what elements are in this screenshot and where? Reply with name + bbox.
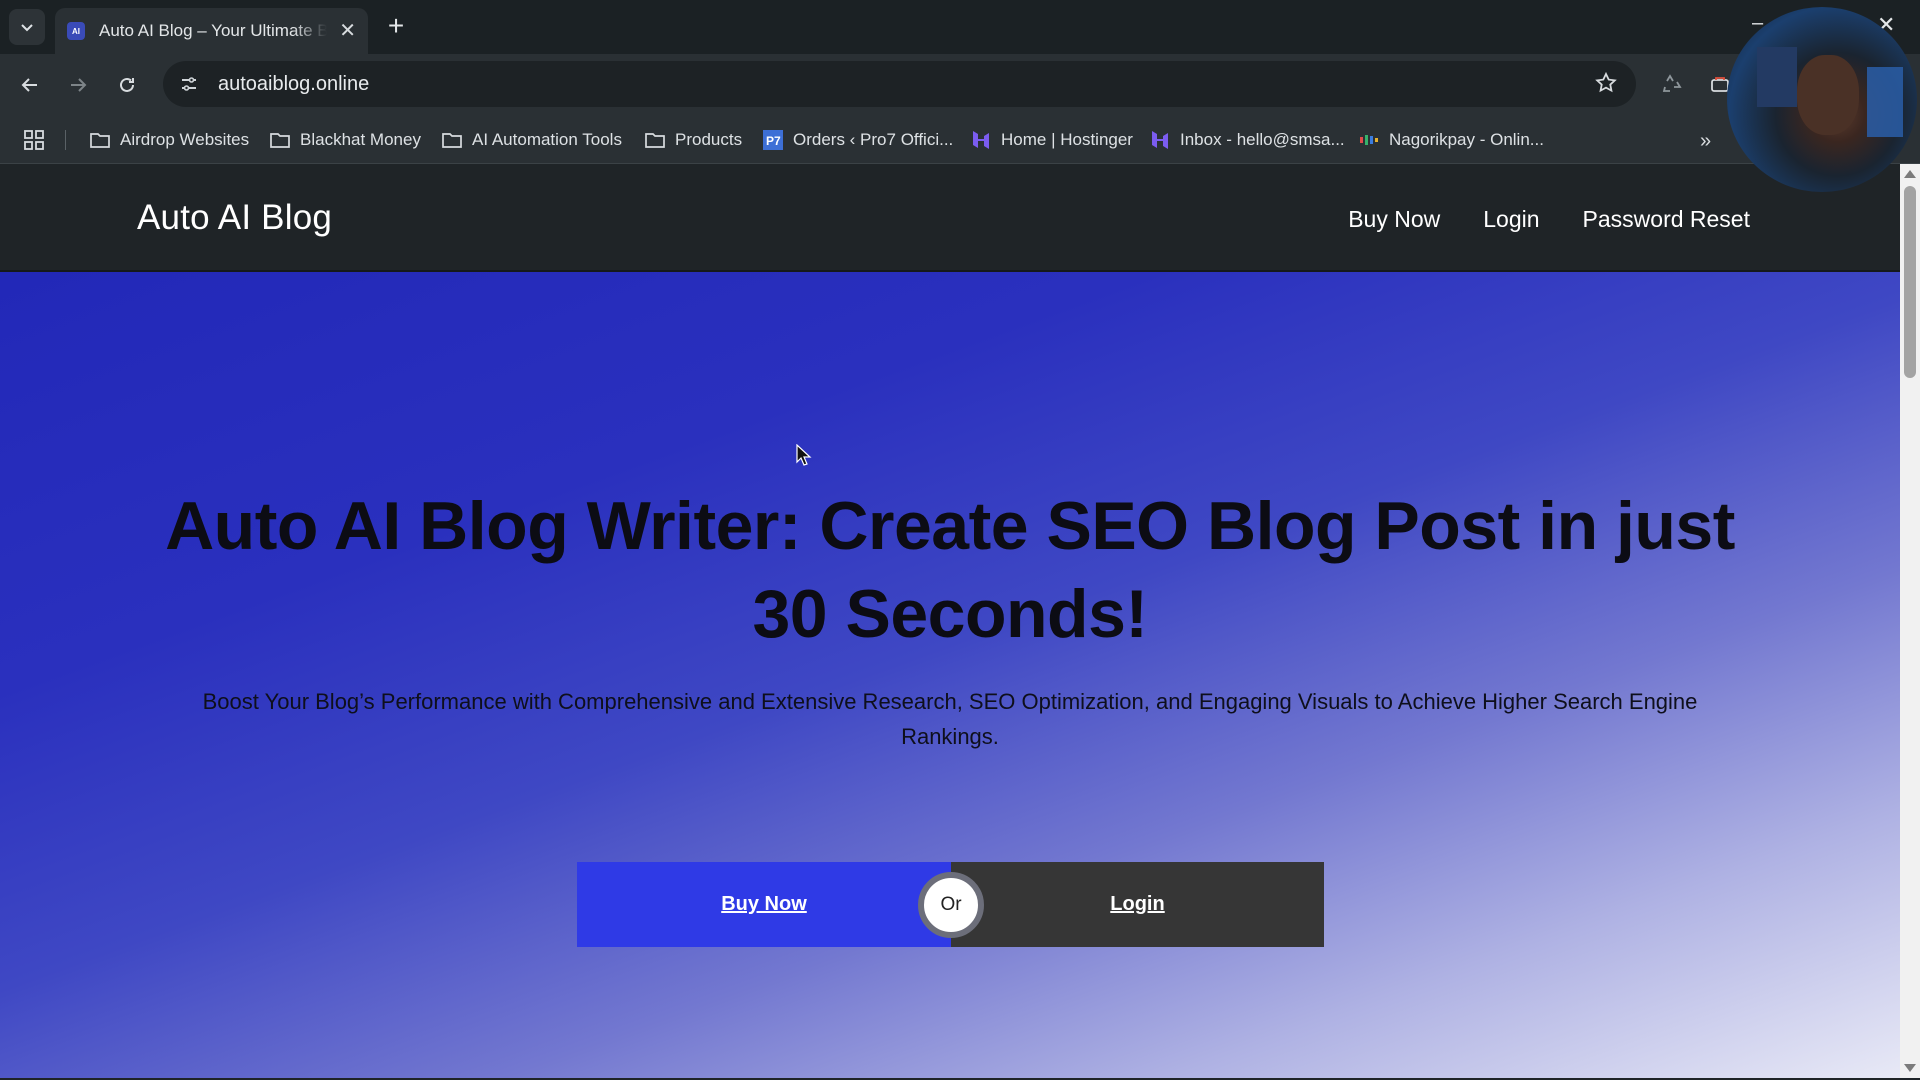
- chevron-down-icon: [21, 24, 33, 32]
- site-header: Auto AI Blog Buy Now Login Password Rese…: [0, 164, 1900, 272]
- cta-button-group: Buy Now Login Or: [577, 862, 1324, 947]
- bookmark-label: Home | Hostinger: [1001, 130, 1133, 149]
- mouse-cursor-icon: [796, 443, 812, 471]
- tab-title: Auto AI Blog – Your Ultimate Bl: [99, 21, 327, 40]
- folder-icon: [644, 130, 666, 150]
- arrow-left-icon: [21, 78, 37, 92]
- bookmarks-overflow-icon[interactable]: »: [1700, 130, 1711, 153]
- tune-icon: [182, 77, 196, 91]
- bookmark-airdrop-websites[interactable]: Airdrop Websites: [89, 124, 249, 156]
- folder-icon: [441, 130, 463, 150]
- site-logo[interactable]: Auto AI Blog: [137, 198, 332, 238]
- hero-title-line-1: Auto AI Blog Writer: Create SEO Blog Pos…: [165, 488, 1735, 564]
- browser-tab-active[interactable]: AI Auto AI Blog – Your Ultimate Bl ✕: [55, 8, 368, 54]
- hostinger-icon: [970, 130, 992, 150]
- tab-close-icon[interactable]: ✕: [339, 21, 356, 41]
- bookmark-blackhat-money[interactable]: Blackhat Money: [269, 124, 421, 156]
- reload-icon: [120, 77, 134, 92]
- hero-subtitle-line-1: Boost Your Blog’s Performance with Compr…: [202, 689, 1698, 714]
- address-bar[interactable]: autoaiblog.online: [163, 61, 1636, 107]
- web-page: Auto AI Blog Buy Now Login Password Rese…: [0, 164, 1900, 1078]
- login-button[interactable]: Login: [951, 862, 1324, 947]
- scroll-thumb[interactable]: [1904, 186, 1916, 378]
- browser-tab-strip: AI Auto AI Blog – Your Ultimate Bl ✕ + –…: [0, 0, 1920, 54]
- svg-text:P7: P7: [766, 134, 781, 148]
- nav-login[interactable]: Login: [1483, 206, 1539, 233]
- bookmark-star-icon[interactable]: [1594, 71, 1618, 100]
- pro7-icon: P7: [762, 130, 784, 150]
- bookmark-ai-automation-tools[interactable]: AI Automation Tools: [441, 124, 622, 156]
- nagorikpay-icon: [1358, 130, 1380, 150]
- site-info-button[interactable]: [174, 69, 204, 99]
- scroll-down-arrow-icon[interactable]: [1904, 1064, 1916, 1072]
- new-tab-button[interactable]: +: [381, 12, 411, 42]
- folder-icon: [269, 130, 291, 150]
- arrow-right-icon: [71, 78, 87, 92]
- forward-button[interactable]: [62, 69, 94, 101]
- webcam-overlay: [1727, 7, 1917, 192]
- nav-buy-now[interactable]: Buy Now: [1348, 206, 1440, 233]
- buy-now-button[interactable]: Buy Now: [577, 862, 951, 947]
- or-divider-badge: Or: [918, 872, 984, 938]
- hero-title-line-2: 30 Seconds!: [752, 576, 1148, 652]
- bookmark-products[interactable]: Products: [644, 124, 742, 156]
- hero-title: Auto AI Blog Writer: Create SEO Blog Pos…: [150, 482, 1750, 658]
- page-scrollbar[interactable]: [1900, 164, 1920, 1078]
- url-text: autoaiblog.online: [218, 72, 370, 95]
- hero-subtitle: Boost Your Blog’s Performance with Compr…: [200, 684, 1700, 754]
- hero-subtitle-line-2: Rankings.: [901, 724, 999, 749]
- bookmarks-bar: Airdrop Websites Blackhat Money AI Autom…: [0, 116, 1920, 164]
- webcam-person: [1797, 55, 1859, 135]
- bookmark-home-hostinger[interactable]: Home | Hostinger: [970, 124, 1133, 156]
- hero-section: Auto AI Blog Writer: Create SEO Blog Pos…: [0, 272, 1900, 1078]
- bookmark-nagorikpay[interactable]: Nagorikpay - Onlin...: [1358, 124, 1544, 156]
- bookmark-label: Airdrop Websites: [120, 130, 250, 149]
- bookmark-inbox[interactable]: Inbox - hello@smsa...: [1149, 124, 1345, 156]
- bookmark-label: Inbox - hello@smsa...: [1180, 130, 1345, 149]
- tab-search-dropdown[interactable]: [9, 9, 45, 45]
- bookmark-label: Blackhat Money: [300, 130, 421, 149]
- folder-icon: [89, 130, 111, 150]
- bookmark-orders-pro7[interactable]: P7 Orders ‹ Pro7 Offici...: [762, 124, 953, 156]
- nav-password-reset[interactable]: Password Reset: [1583, 206, 1750, 233]
- browser-toolbar: autoaiblog.online: [0, 54, 1920, 116]
- reload-button[interactable]: [111, 69, 143, 101]
- bookmark-label: AI Automation Tools: [472, 130, 622, 149]
- site-nav: Buy Now Login Password Reset: [1348, 206, 1750, 233]
- hostinger-icon: [1149, 130, 1171, 150]
- bookmark-label: Orders ‹ Pro7 Offici...: [793, 130, 954, 149]
- back-button[interactable]: [14, 69, 46, 101]
- bookmarks-divider: [65, 130, 66, 150]
- extension-recycle-icon[interactable]: [1657, 69, 1687, 99]
- bookmark-label: Nagorikpay - Onlin...: [1389, 130, 1544, 149]
- webcam-background-poster: [1757, 47, 1797, 107]
- site-favicon-icon: AI: [67, 22, 85, 40]
- apps-grid-icon[interactable]: [22, 128, 46, 157]
- bookmark-label: Products: [675, 130, 743, 149]
- webcam-background-poster: [1867, 67, 1903, 137]
- scroll-up-arrow-icon[interactable]: [1904, 170, 1916, 178]
